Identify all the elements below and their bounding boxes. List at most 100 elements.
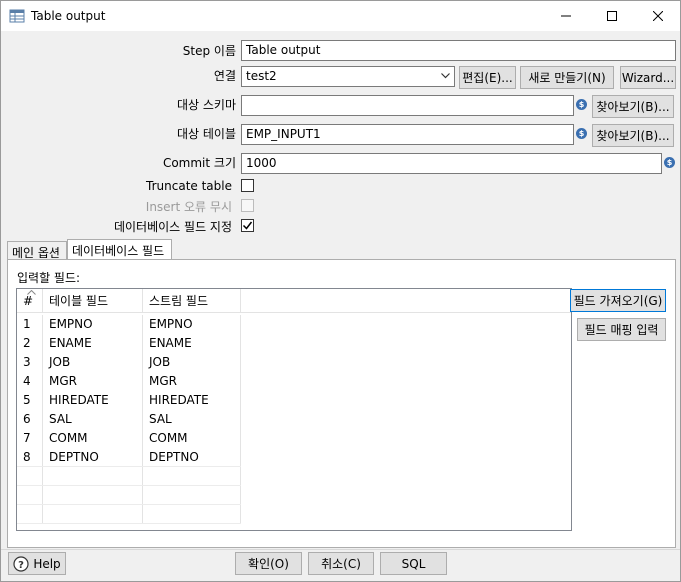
get-fields-button[interactable]: 필드 가져오기(G) xyxy=(570,289,666,312)
cell-table-field[interactable] xyxy=(43,505,143,524)
cell-number[interactable] xyxy=(17,505,43,524)
cell-stream-field[interactable]: HIREDATE xyxy=(143,391,241,410)
target-schema-label: 대상 스키마 xyxy=(176,98,236,112)
table-row[interactable] xyxy=(17,486,571,505)
cell-table-field[interactable]: EMPNO xyxy=(43,315,143,334)
ignore-insert-errors-checkbox[interactable] xyxy=(241,199,254,212)
tab-main-options[interactable]: 메인 옵션 xyxy=(7,241,67,260)
table-row[interactable] xyxy=(17,505,571,524)
cell-stream-field[interactable]: JOB xyxy=(143,353,241,372)
connection-wizard-button[interactable]: Wizard... xyxy=(620,66,676,89)
minimize-icon xyxy=(561,15,571,17)
table-row[interactable]: 5 HIREDATE HIREDATE xyxy=(17,391,571,410)
table-row[interactable]: 6 SAL SAL xyxy=(17,410,571,429)
target-table-label: 대상 테이블 xyxy=(176,127,236,141)
cell-stream-field[interactable]: MGR xyxy=(143,372,241,391)
database-fields-panel: 입력할 필드: # 테이블 필드 스트림 필드 1 EMPNO EMPNO 2 ENAM… xyxy=(7,259,676,548)
cell-number[interactable]: 8 xyxy=(17,448,43,467)
cell-stream-field[interactable]: ENAME xyxy=(143,334,241,353)
cell-stream-field[interactable] xyxy=(143,486,241,505)
column-header-table-field[interactable]: 테이블 필드 xyxy=(43,289,143,313)
cell-stream-field[interactable]: EMPNO xyxy=(143,315,241,334)
specify-db-fields-checkbox[interactable] xyxy=(241,219,254,232)
browse-schema-button[interactable]: 찾아보기(B)... xyxy=(592,95,674,118)
help-button[interactable]: ? Help xyxy=(8,552,66,575)
table-row[interactable]: 1 EMPNO EMPNO xyxy=(17,315,571,334)
cell-stream-field[interactable] xyxy=(143,505,241,524)
truncate-table-checkbox[interactable] xyxy=(241,179,254,192)
table-row[interactable] xyxy=(17,467,571,486)
cell-table-field[interactable]: COMM xyxy=(43,429,143,448)
footer-divider xyxy=(1,549,680,550)
ignore-insert-errors-label: Insert 오류 무시 xyxy=(145,200,232,214)
cell-table-field[interactable]: MGR xyxy=(43,372,143,391)
minimize-button[interactable] xyxy=(544,1,588,31)
tab-database-fields[interactable]: 데이터베이스 필드 xyxy=(67,239,172,260)
cell-number[interactable]: 3 xyxy=(17,353,43,372)
cell-stream-field[interactable]: SAL xyxy=(143,410,241,429)
new-connection-button[interactable]: 새로 만들기(N) xyxy=(520,66,614,89)
variable-icon: $ xyxy=(664,157,675,168)
connection-value: test2 xyxy=(246,69,277,83)
specify-db-fields-label: 데이터베이스 필드 지정 xyxy=(113,220,232,234)
help-icon: ? xyxy=(13,555,29,572)
table-row[interactable]: 3 JOB JOB xyxy=(17,353,571,372)
close-icon xyxy=(653,11,663,21)
column-header-stream-field[interactable]: 스트림 필드 xyxy=(143,289,241,313)
target-table-input[interactable]: EMP_INPUT1 xyxy=(241,124,574,145)
edit-connection-button[interactable]: 편집(E)... xyxy=(459,66,516,89)
cell-number[interactable]: 1 xyxy=(17,315,43,334)
cell-number[interactable]: 5 xyxy=(17,391,43,410)
table-row[interactable]: 4 MGR MGR xyxy=(17,372,571,391)
cell-table-field[interactable] xyxy=(43,486,143,505)
table-output-icon xyxy=(9,9,25,23)
cell-stream-field[interactable]: DEPTNO xyxy=(143,448,241,467)
cell-number[interactable]: 6 xyxy=(17,410,43,429)
cell-number[interactable] xyxy=(17,486,43,505)
chevron-down-icon xyxy=(441,73,450,79)
cell-table-field[interactable]: JOB xyxy=(43,353,143,372)
step-name-input[interactable]: Table output xyxy=(241,40,676,61)
truncate-table-label: Truncate table xyxy=(146,179,232,193)
checkmark-icon xyxy=(242,221,253,230)
cell-number[interactable]: 7 xyxy=(17,429,43,448)
cell-table-field[interactable]: DEPTNO xyxy=(43,448,143,467)
table-header: # 테이블 필드 스트림 필드 xyxy=(17,289,571,313)
help-button-label: Help xyxy=(33,556,61,571)
maximize-icon xyxy=(607,11,617,21)
target-schema-input[interactable] xyxy=(241,95,574,116)
variable-icon: $ xyxy=(576,128,587,139)
cell-number[interactable] xyxy=(17,467,43,486)
sql-button[interactable]: SQL xyxy=(380,552,447,575)
commit-size-label: Commit 크기 xyxy=(162,156,236,170)
field-mapping-table[interactable]: # 테이블 필드 스트림 필드 1 EMPNO EMPNO 2 ENAME ENAME 3 J… xyxy=(16,288,572,531)
table-row[interactable]: 8 DEPTNO DEPTNO xyxy=(17,448,571,467)
svg-text:?: ? xyxy=(18,560,24,571)
ok-button[interactable]: 확인(O) xyxy=(235,552,302,575)
cell-table-field[interactable]: HIREDATE xyxy=(43,391,143,410)
cell-stream-field[interactable]: COMM xyxy=(143,429,241,448)
cell-table-field[interactable] xyxy=(43,467,143,486)
close-button[interactable] xyxy=(636,1,680,31)
table-row[interactable]: 2 ENAME ENAME xyxy=(17,334,571,353)
enter-field-mapping-button[interactable]: 필드 매핑 입력 xyxy=(577,318,666,341)
maximize-button[interactable] xyxy=(590,1,634,31)
cell-table-field[interactable]: ENAME xyxy=(43,334,143,353)
commit-size-input[interactable]: 1000 xyxy=(241,153,662,174)
browse-table-button[interactable]: 찾아보기(B)... xyxy=(592,124,674,147)
cell-table-field[interactable]: SAL xyxy=(43,410,143,429)
fields-panel-title: 입력할 필드: xyxy=(17,271,81,285)
column-header-number[interactable]: # xyxy=(17,289,43,313)
title-bar[interactable]: Table output xyxy=(1,1,680,31)
dialog-window: Table output Step 이름 Table output 연결 tes… xyxy=(0,0,681,582)
cell-number[interactable]: 2 xyxy=(17,334,43,353)
cell-number[interactable]: 4 xyxy=(17,372,43,391)
connection-label: 연결 xyxy=(213,69,236,83)
variable-icon: $ xyxy=(576,99,587,110)
table-row[interactable]: 7 COMM COMM xyxy=(17,429,571,448)
window-title: Table output xyxy=(31,9,106,23)
step-name-label: Step 이름 xyxy=(182,44,236,58)
connection-select[interactable]: test2 xyxy=(241,66,455,87)
cancel-button[interactable]: 취소(C) xyxy=(308,552,374,575)
cell-stream-field[interactable] xyxy=(143,467,241,486)
